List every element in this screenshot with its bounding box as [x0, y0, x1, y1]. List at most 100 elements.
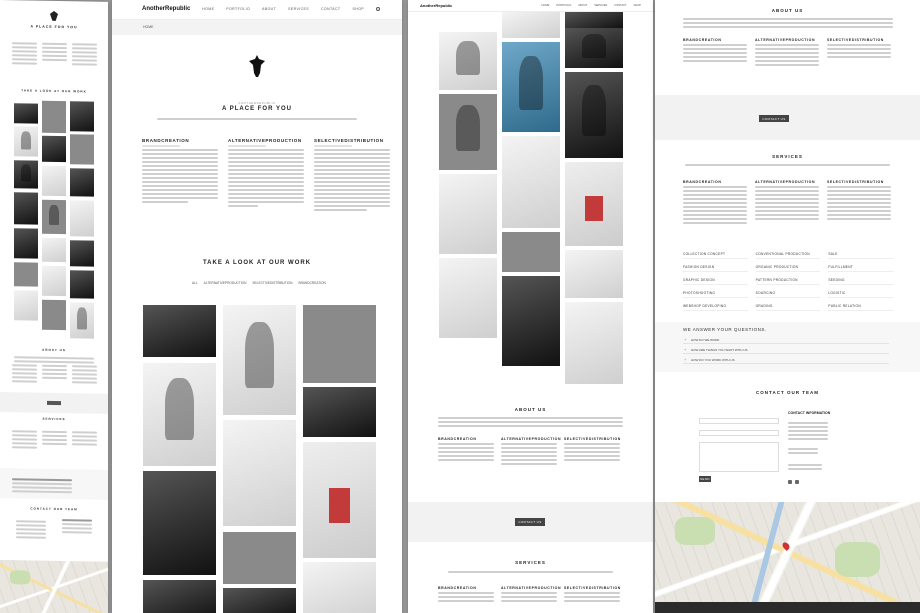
faq-title: WE ANSWER YOUR QUESTIONS. — [683, 327, 767, 332]
portfolio-item[interactable] — [502, 232, 560, 272]
portfolio-item[interactable] — [303, 562, 376, 613]
filter-alternativeproduction[interactable]: ALTERNATIVEPRODUCTION — [204, 281, 247, 285]
thumb-grey-band — [0, 392, 108, 414]
portfolio-item[interactable] — [303, 442, 376, 558]
portfolio-item[interactable] — [223, 305, 296, 415]
thumb-faq-band — [0, 468, 108, 500]
thumb-photo[interactable] — [70, 302, 94, 339]
lower-page: ABOUT US BRANDCREATION ALTERNATIVEPRODUC… — [655, 0, 920, 613]
portfolio-item[interactable] — [502, 12, 560, 38]
thumb-photo[interactable] — [14, 192, 38, 225]
portfolio-item[interactable] — [502, 136, 560, 228]
brand-logo[interactable]: AnotherRepublic — [420, 3, 452, 8]
portfolio-item[interactable] — [439, 32, 497, 90]
portfolio-item[interactable] — [439, 174, 497, 254]
portfolio-item[interactable] — [565, 250, 623, 298]
thumb-photo[interactable] — [14, 262, 38, 287]
thumb-photo[interactable] — [42, 237, 66, 263]
facebook-icon[interactable] — [788, 480, 792, 484]
portfolio-item[interactable] — [565, 162, 623, 246]
thumb-photo[interactable] — [14, 160, 38, 189]
portfolio-item[interactable] — [223, 420, 296, 526]
faq-item[interactable]: HOW DO WE WORK — [683, 336, 889, 344]
portfolio-item[interactable] — [143, 580, 216, 613]
portfolio-item[interactable] — [502, 276, 560, 366]
portfolio-filters: ALL ALTERNATIVEPRODUCTION SELECTIVEDISTR… — [192, 281, 326, 285]
thumb-about-col — [42, 363, 67, 381]
filter-all[interactable]: ALL — [192, 281, 198, 285]
thumb-photo[interactable] — [42, 199, 66, 235]
thumb-photo[interactable] — [70, 168, 94, 197]
portfolio-item[interactable] — [439, 94, 497, 170]
nav-item-shop[interactable]: SHOP — [634, 4, 641, 7]
twitter-icon[interactable] — [795, 480, 799, 484]
services-title: SERVICES — [772, 154, 803, 159]
thumb-photo[interactable] — [14, 126, 38, 157]
portfolio-item[interactable] — [565, 28, 623, 68]
portfolio-item[interactable] — [439, 258, 497, 338]
portfolio-item[interactable] — [565, 12, 623, 28]
nav-item-about[interactable]: ABOUT — [262, 7, 276, 11]
portfolio-item[interactable] — [223, 588, 296, 613]
service-item: SEEDING — [828, 278, 893, 285]
thumb-photo[interactable] — [14, 228, 38, 259]
map-marker-icon[interactable] — [781, 541, 791, 551]
message-field[interactable] — [699, 442, 779, 472]
thumb-photo[interactable] — [42, 299, 66, 331]
portfolio-item[interactable] — [143, 305, 216, 357]
map[interactable] — [655, 502, 920, 602]
portfolio-item[interactable] — [303, 387, 376, 437]
thumb-photo[interactable] — [14, 103, 38, 124]
thumb-photo[interactable] — [70, 200, 94, 237]
contact-info-title: CONTACT INFORMATION — [788, 411, 831, 415]
breadcrumb: HOME — [112, 20, 402, 35]
about-title: ABOUT US — [514, 407, 547, 412]
thumbnail-page-left: A PLACE FOR YOU TAKE A LOOK AT OUR WORK … — [0, 0, 108, 613]
portfolio-item[interactable] — [565, 72, 623, 158]
column-alternativeproduction: ALTERNATIVEPRODUCTION — [501, 437, 562, 467]
email-field[interactable] — [699, 430, 779, 436]
filter-brandcreation[interactable]: BRANDCREATION — [298, 281, 325, 285]
nav-item-services[interactable]: SERVICES — [288, 7, 309, 11]
brand-logo[interactable]: AnotherRepublic — [142, 6, 190, 12]
nav-item-contact[interactable]: CONTACT — [614, 4, 626, 7]
thumb-photo[interactable] — [70, 101, 94, 132]
thumb-photo[interactable] — [70, 270, 94, 299]
search-icon[interactable] — [376, 7, 380, 11]
column-title: ALTERNATIVEPRODUCTION — [501, 437, 562, 441]
nav-item-services[interactable]: SERVICES — [594, 4, 607, 7]
faq-item[interactable]: HOW ARE THINGS YOU WANT WITH US — [683, 346, 889, 354]
nav-item-portfolio[interactable]: PORTFOLIO — [556, 4, 571, 7]
faq-item[interactable]: HOW DO YOU WORK WITH US — [683, 356, 889, 364]
service-item: COLLECTION CONCEPT — [683, 252, 748, 259]
portfolio-item[interactable] — [303, 305, 376, 383]
thumb-photo[interactable] — [42, 135, 66, 163]
nav-item-about[interactable]: ABOUT — [578, 4, 587, 7]
portfolio-item[interactable] — [223, 532, 296, 584]
nav-item-shop[interactable]: SHOP — [352, 7, 364, 11]
thumb-photo[interactable] — [42, 165, 66, 197]
thumb-contact-button[interactable] — [47, 400, 61, 406]
portfolio-item[interactable] — [143, 363, 216, 466]
thumb-map[interactable] — [0, 560, 108, 613]
breadcrumb-home[interactable]: HOME — [143, 25, 154, 29]
thumb-photo[interactable] — [42, 265, 66, 297]
nav-item-portfolio[interactable]: PORTFOLIO — [226, 7, 250, 11]
portfolio-item[interactable] — [502, 42, 560, 132]
contact-us-button[interactable]: CONTACT US — [515, 518, 545, 526]
thumb-photo[interactable] — [14, 290, 38, 321]
thumb-photo[interactable] — [70, 134, 94, 165]
thumb-photo[interactable] — [42, 100, 66, 134]
portfolio-item[interactable] — [565, 302, 623, 384]
contact-us-button[interactable]: CONTACT US — [759, 115, 789, 122]
column-alternativeproduction: ALTERNATIVEPRODUCTION — [228, 138, 304, 213]
nav-item-contact[interactable]: CONTACT — [321, 7, 340, 11]
name-field[interactable] — [699, 418, 779, 424]
send-button[interactable]: SEND — [699, 476, 711, 482]
filter-selectivedistribution[interactable]: SELECTIVEDISTRIBUTION — [252, 281, 292, 285]
nav-item-home[interactable]: HOME — [542, 4, 550, 7]
nav-item-home[interactable]: HOME — [202, 7, 214, 11]
portfolio-title: TAKE A LOOK AT OUR WORK — [202, 260, 312, 266]
portfolio-item[interactable] — [143, 471, 216, 575]
thumb-photo[interactable] — [70, 240, 94, 267]
